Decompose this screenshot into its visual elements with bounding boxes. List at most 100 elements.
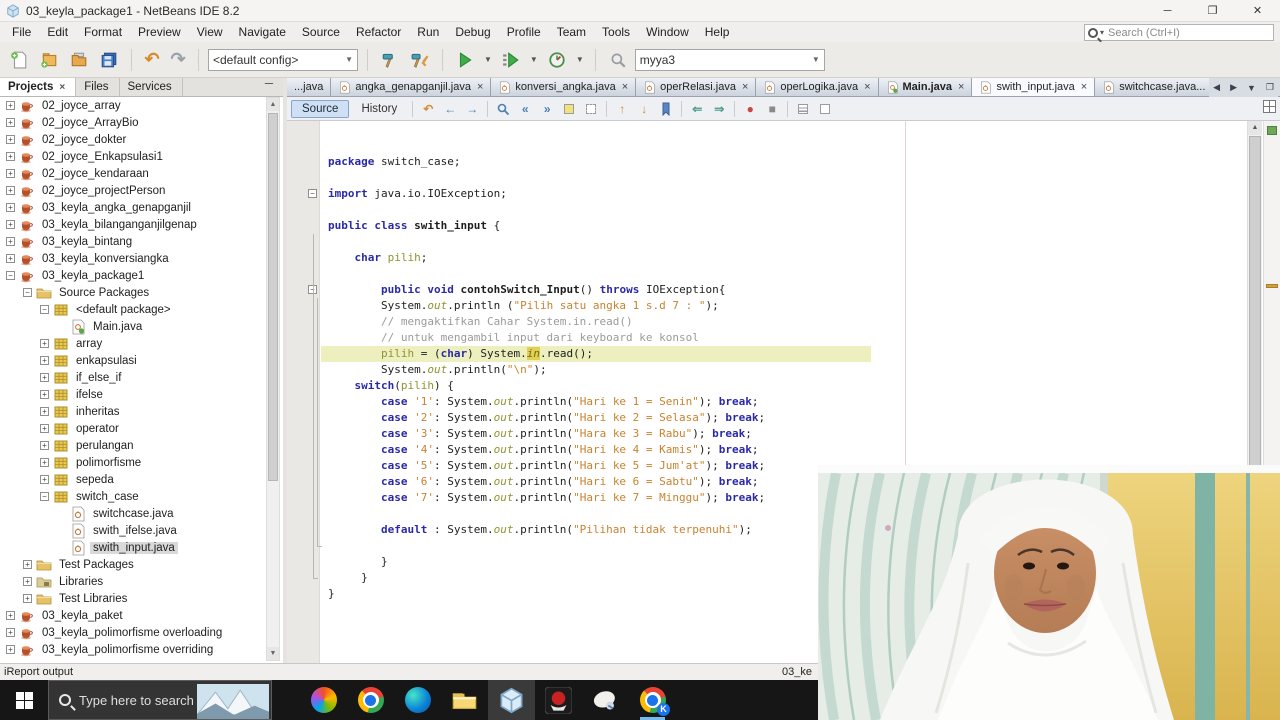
close-icon[interactable]: × bbox=[477, 81, 483, 93]
tree-item-03-keyla-konversiangka[interactable]: +03_keyla_konversiangka bbox=[0, 250, 283, 267]
expand-icon[interactable]: + bbox=[6, 101, 15, 110]
tree-item-03-keyla-polimorfisme-overloading[interactable]: +03_keyla_polimorfisme overloading bbox=[0, 624, 283, 641]
uncomment-icon[interactable] bbox=[815, 100, 835, 118]
minimize-button[interactable]: ─ bbox=[1145, 0, 1190, 22]
close-icon[interactable]: × bbox=[622, 81, 628, 93]
run-project-button[interactable] bbox=[452, 47, 478, 73]
code-line[interactable]: case '3': System.out.println("Hara ke 3 … bbox=[321, 426, 1246, 442]
taskbar-copilot-icon[interactable] bbox=[300, 680, 347, 720]
code-line[interactable]: System.out.println ("Pilih satu angka 1 … bbox=[321, 298, 1246, 314]
expand-icon[interactable]: + bbox=[6, 645, 15, 654]
tree-item-02-joyce-array[interactable]: +02_joyce_array bbox=[0, 97, 283, 114]
open-project-button[interactable] bbox=[66, 47, 92, 73]
menu-item-window[interactable]: Window bbox=[638, 23, 697, 41]
tree-item-02-joyce-projectperson[interactable]: +02_joyce_projectPerson bbox=[0, 182, 283, 199]
last-edit-icon[interactable]: ↶ bbox=[418, 100, 438, 118]
expand-icon[interactable]: + bbox=[40, 458, 49, 467]
code-line[interactable]: // untuk mengambil input dari keyboard k… bbox=[321, 330, 1246, 346]
code-line[interactable] bbox=[321, 202, 1246, 218]
close-icon[interactable]: × bbox=[59, 82, 65, 93]
code-line[interactable] bbox=[321, 138, 1246, 154]
tree-item-ifelse[interactable]: + ifelse bbox=[0, 386, 283, 403]
code-line[interactable] bbox=[321, 266, 1246, 282]
editor-tab-swith-input-java[interactable]: swith_input.java × bbox=[972, 78, 1096, 96]
search-highlights-image[interactable] bbox=[195, 684, 269, 719]
expand-icon[interactable]: + bbox=[6, 135, 15, 144]
collapse-icon[interactable]: − bbox=[40, 305, 49, 314]
collapse-icon[interactable]: − bbox=[6, 271, 15, 280]
code-line[interactable]: import java.io.IOException; bbox=[321, 186, 1246, 202]
expand-icon[interactable]: + bbox=[40, 390, 49, 399]
close-icon[interactable]: × bbox=[864, 81, 870, 93]
new-project-button[interactable] bbox=[36, 47, 62, 73]
config-select[interactable]: <default config> ▼ bbox=[208, 48, 358, 71]
back-icon[interactable]: ← bbox=[440, 100, 460, 118]
code-line[interactable]: public class swith_input { bbox=[321, 218, 1246, 234]
start-macro-recording-icon[interactable]: ● bbox=[740, 100, 760, 118]
expand-icon[interactable]: + bbox=[6, 628, 15, 637]
tree-item-default-package[interactable]: − <default package> bbox=[0, 301, 283, 318]
taskbar-screen-recorder-icon[interactable] bbox=[535, 680, 582, 720]
menu-item-team[interactable]: Team bbox=[549, 23, 594, 41]
toggle-bookmark-icon[interactable] bbox=[656, 100, 676, 118]
tree-item-02-joyce-dokter[interactable]: +02_joyce_dokter bbox=[0, 131, 283, 148]
tree-scrollbar-thumb[interactable] bbox=[268, 113, 278, 481]
debug-project-button[interactable] bbox=[498, 47, 524, 73]
save-all-button[interactable] bbox=[96, 47, 122, 73]
expand-icon[interactable]: + bbox=[40, 475, 49, 484]
tree-item-operator[interactable]: + operator bbox=[0, 420, 283, 437]
code-line[interactable]: case '4': System.out.println("Hari ke 4 … bbox=[321, 442, 1246, 458]
menu-item-edit[interactable]: Edit bbox=[39, 23, 76, 41]
taskbar-chrome-profile-k-icon[interactable]: K bbox=[629, 680, 676, 720]
editor-tab-operlogika-java[interactable]: operLogika.java × bbox=[756, 78, 879, 96]
taskbar-camera-app-icon[interactable] bbox=[582, 680, 629, 720]
scroll-tabs-left-button[interactable]: ◀ bbox=[1209, 81, 1224, 94]
expand-icon[interactable]: + bbox=[6, 237, 15, 246]
editor-tab-angka-genapganjil-java[interactable]: angka_genapganjil.java × bbox=[331, 78, 492, 96]
code-line[interactable]: System.out.println("\n"); bbox=[321, 362, 1246, 378]
search-projects-button[interactable] bbox=[605, 47, 631, 73]
tree-item-sepeda[interactable]: + sepeda bbox=[0, 471, 283, 488]
tree-scrollbar[interactable]: ▲ ▼ bbox=[266, 97, 280, 661]
menu-item-format[interactable]: Format bbox=[76, 23, 130, 41]
expand-icon[interactable]: + bbox=[6, 152, 15, 161]
previous-bookmark-icon[interactable]: ↑ bbox=[612, 100, 632, 118]
tree-item-polimorfisme[interactable]: + polimorfisme bbox=[0, 454, 283, 471]
panel-tab-projects[interactable]: Projects × bbox=[0, 78, 77, 96]
expand-icon[interactable]: + bbox=[23, 560, 32, 569]
close-icon[interactable]: × bbox=[742, 81, 748, 93]
panel-tab-files[interactable]: Files bbox=[76, 78, 120, 96]
tree-item-inheritas[interactable]: + inheritas bbox=[0, 403, 283, 420]
expand-icon[interactable]: + bbox=[6, 611, 15, 620]
collapse-icon[interactable]: − bbox=[23, 288, 32, 297]
chevron-down-icon[interactable]: ▼ bbox=[484, 55, 492, 64]
taskbar-edge-icon[interactable] bbox=[394, 680, 441, 720]
tree-item-02-joyce-enkapsulasi1[interactable]: +02_joyce_Enkapsulasi1 bbox=[0, 148, 283, 165]
expand-icon[interactable]: + bbox=[40, 424, 49, 433]
redo-button[interactable]: ↷ bbox=[167, 47, 189, 73]
menu-item-view[interactable]: View bbox=[189, 23, 231, 41]
minimize-panel-button[interactable]: ─ bbox=[255, 78, 283, 96]
editor-tab-konversi-angka-java[interactable]: konversi_angka.java × bbox=[491, 78, 637, 96]
tree-item-03-keyla-package1[interactable]: − 03_keyla_package1 bbox=[0, 267, 283, 284]
collapse-icon[interactable]: − bbox=[40, 492, 49, 501]
comment-icon[interactable] bbox=[793, 100, 813, 118]
find-selection-icon[interactable] bbox=[493, 100, 513, 118]
next-bookmark-icon[interactable]: ↓ bbox=[634, 100, 654, 118]
tree-item-03-keyla-bilanganganjilgenap[interactable]: +03_keyla_bilanganganjilgenap bbox=[0, 216, 283, 233]
expand-icon[interactable]: + bbox=[6, 186, 15, 195]
tree-item-source-packages[interactable]: − Source Packages bbox=[0, 284, 283, 301]
toggle-highlight-search-icon[interactable] bbox=[559, 100, 579, 118]
stop-macro-recording-icon[interactable]: ■ bbox=[762, 100, 782, 118]
tree-item-if-else-if[interactable]: + if_else_if bbox=[0, 369, 283, 386]
menu-item-refactor[interactable]: Refactor bbox=[348, 23, 409, 41]
menu-item-run[interactable]: Run bbox=[409, 23, 447, 41]
code-line[interactable]: // mengaktifkan Cahar System.in.read() bbox=[321, 314, 1246, 330]
find-next-icon[interactable]: » bbox=[537, 100, 557, 118]
scroll-up-icon[interactable]: ▲ bbox=[267, 98, 279, 111]
menu-item-profile[interactable]: Profile bbox=[499, 23, 549, 41]
close-icon[interactable]: × bbox=[958, 81, 964, 93]
tree-item-test-libraries[interactable]: + Test Libraries bbox=[0, 590, 283, 607]
shift-line-left-icon[interactable]: ⇐ bbox=[687, 100, 707, 118]
code-line[interactable]: switch(pilih) { bbox=[321, 378, 1246, 394]
